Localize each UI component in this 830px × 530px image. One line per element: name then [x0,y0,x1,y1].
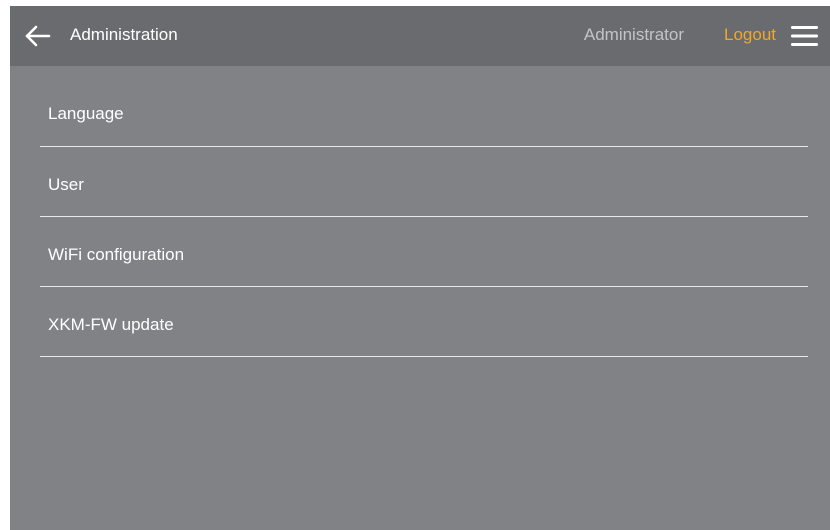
menu-item-wifi-configuration[interactable]: WiFi configuration [40,217,808,287]
header-bar: Administration Administrator Logout [10,6,830,66]
page-title: Administration [70,25,178,44]
menu-item-xkm-fw-update[interactable]: XKM-FW update [40,287,808,357]
main-menu-button[interactable] [790,24,820,48]
arrow-left-icon [25,25,51,47]
menu-item-label: Language [48,104,124,123]
hamburger-menu-icon [791,26,818,46]
administration-menu-list: Language User WiFi configuration XKM-FW … [40,76,808,357]
current-user-label: Administrator [583,25,684,44]
logout-link[interactable]: Logout [724,25,776,45]
app-window: Administration Administrator Logout Lang… [10,6,830,530]
menu-item-label: WiFi configuration [48,245,185,264]
menu-item-label: User [48,175,84,194]
menu-item-user[interactable]: User [40,147,808,217]
back-button[interactable] [23,22,53,50]
menu-item-language[interactable]: Language [40,76,808,147]
menu-item-label: XKM-FW update [48,315,174,334]
